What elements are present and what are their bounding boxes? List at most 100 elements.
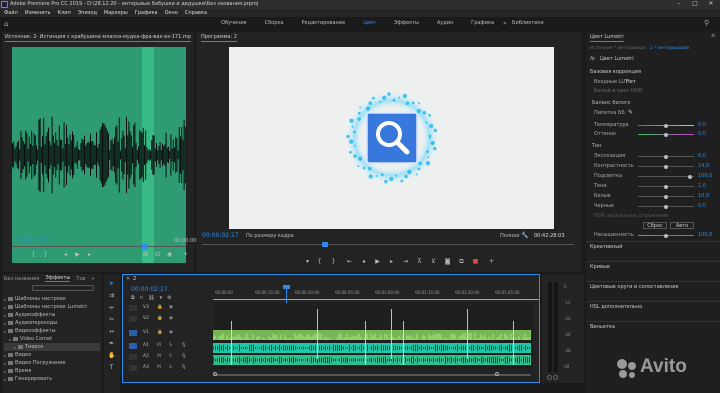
project-tab[interactable]: Без названия xyxy=(4,276,39,282)
track-target-icon[interactable] xyxy=(129,354,137,360)
type-tool-icon[interactable]: T xyxy=(108,364,115,371)
clip-edit-point[interactable] xyxy=(317,309,318,359)
program-go-out-icon[interactable]: ⇥ xyxy=(402,258,409,265)
playhead-cap[interactable] xyxy=(283,285,290,289)
tone-value[interactable]: 14,0 xyxy=(698,163,709,169)
lumetri-section[interactable]: Кривые xyxy=(590,264,610,270)
program-playhead[interactable] xyxy=(322,242,328,247)
menu-markers[interactable]: Маркеры xyxy=(104,10,128,16)
temperature-slider[interactable] xyxy=(638,123,694,128)
effects-folder[interactable]: ▸ Видео Погружение xyxy=(4,359,100,367)
workspace-tab-6[interactable]: Графика xyxy=(462,20,503,26)
fx-name[interactable]: Цвет Lumetri xyxy=(600,56,634,62)
menu-graphics[interactable]: Графика xyxy=(135,10,158,16)
effects-folder[interactable]: ▸ Видео xyxy=(4,351,100,359)
expand-arrow-icon[interactable]: ▸ xyxy=(4,353,6,358)
effects-folder[interactable]: ▸ Генерировать xyxy=(4,375,100,383)
track-target-icon[interactable] xyxy=(129,316,137,322)
program-zoom-bar[interactable] xyxy=(202,244,574,245)
source-export-frame-icon[interactable]: ◉ xyxy=(166,251,173,258)
effects-folder[interactable]: ▸ Видеоэффекты xyxy=(4,327,100,335)
basic-correction-header[interactable]: Базовая коррекция xyxy=(590,69,641,75)
timeline-ruler[interactable]: 00:00:00 00:00:15:00 00:00:30:00 00:00:45:0… xyxy=(213,288,539,302)
clip-edit-point[interactable] xyxy=(403,321,404,365)
tone-value[interactable]: 0,0 xyxy=(698,153,706,159)
auto-button[interactable]: Авто xyxy=(670,222,694,229)
source-playhead[interactable] xyxy=(142,244,148,249)
effects-folder[interactable]: ▸ Video Comet xyxy=(4,335,100,343)
maximize-icon[interactable]: □ xyxy=(688,0,702,9)
workspace-tab-1[interactable]: Сборка xyxy=(256,20,293,26)
mic-icon[interactable]: 🎙 xyxy=(181,365,187,370)
expand-arrow-icon[interactable]: ▸ xyxy=(4,377,6,382)
lock-icon[interactable]: 🔒 xyxy=(157,330,163,335)
work-area-bar[interactable] xyxy=(213,299,539,300)
tone-slider[interactable] xyxy=(638,184,694,189)
tone-slider[interactable] xyxy=(638,204,694,209)
reset-button[interactable]: Сброс xyxy=(643,222,667,229)
audio-clip-a1[interactable] xyxy=(213,343,531,353)
tone-header[interactable]: Тон xyxy=(592,143,601,149)
audio-clip-a2[interactable] xyxy=(213,355,531,365)
program-mark-in-icon[interactable]: { xyxy=(316,258,323,265)
wrench-icon[interactable]: 🔧 xyxy=(521,232,528,239)
workspace-tab-4[interactable]: Эффекты xyxy=(385,20,428,26)
effects-folder[interactable]: ▸ Аудиопереходы xyxy=(4,319,100,327)
mute-icon[interactable]: M xyxy=(157,354,161,359)
lumetri-section[interactable]: Виньетка xyxy=(590,324,615,330)
tone-slider[interactable] xyxy=(638,174,694,179)
expand-arrow-icon[interactable]: ▸ xyxy=(4,361,6,366)
workspace-tab-3[interactable]: Цвет xyxy=(354,20,385,26)
eye-icon[interactable]: ◉ xyxy=(169,305,173,310)
track-label[interactable]: A3 xyxy=(143,365,149,370)
panel-more-icon[interactable]: » xyxy=(91,276,94,282)
workspace-tab-5[interactable]: Аудио xyxy=(428,20,462,26)
track-target-icon[interactable] xyxy=(129,343,137,349)
mute-icon[interactable]: M xyxy=(157,365,161,370)
hand-tool-icon[interactable]: ✋ xyxy=(108,352,115,359)
program-mark-out-icon[interactable]: } xyxy=(330,258,337,265)
lumetri-master-tab[interactable]: Источник * интерьвиде... xyxy=(590,46,648,51)
solo-icon[interactable]: S xyxy=(169,354,172,359)
solo-icon[interactable]: S xyxy=(169,365,172,370)
timeline-timecode[interactable]: 00:00:02:17 xyxy=(131,286,168,293)
program-lift-icon[interactable]: ⊼ xyxy=(416,258,423,265)
program-play-icon[interactable]: ▶ xyxy=(374,258,381,265)
clip-edit-point[interactable] xyxy=(391,309,392,359)
mic-icon[interactable]: 🎙 xyxy=(181,343,187,348)
program-timecode[interactable]: 00:00:02:17 xyxy=(202,232,239,239)
saturation-value[interactable]: 100,0 xyxy=(698,232,712,238)
expand-arrow-icon[interactable]: ▸ xyxy=(4,313,6,318)
menu-sequence[interactable]: Эпизод xyxy=(78,10,97,16)
tone-value[interactable]: 1,0 xyxy=(698,183,706,189)
lock-icon[interactable]: 🔒 xyxy=(157,305,163,310)
snap-icon[interactable]: ∩ xyxy=(140,295,144,301)
source-overwrite-icon[interactable]: ⊟ xyxy=(154,251,161,258)
lumetri-section[interactable]: Цветовые круги и сопоставление xyxy=(590,284,679,290)
program-compare-icon[interactable]: ⧉ xyxy=(458,258,465,265)
clip-edit-point[interactable] xyxy=(513,321,514,365)
source-add-button-icon[interactable]: + xyxy=(182,251,189,258)
nest-icon[interactable]: ⧉ xyxy=(131,295,135,301)
effects-search-input[interactable] xyxy=(32,285,94,291)
linked-icon[interactable]: ⛓ xyxy=(148,295,154,301)
program-step-back-icon[interactable]: ◂ xyxy=(360,258,367,265)
meter-solo-right[interactable] xyxy=(553,375,558,380)
add-marker-icon[interactable]: ▾ xyxy=(160,295,163,301)
timeline-tab[interactable]: 2 xyxy=(133,276,136,282)
solo-icon[interactable]: S xyxy=(169,343,172,348)
tone-slider[interactable] xyxy=(638,154,694,159)
source-mark-out-icon[interactable]: } xyxy=(42,251,49,258)
minimize-icon[interactable]: – xyxy=(672,0,686,9)
track-label[interactable]: V2 xyxy=(143,316,149,321)
source-play-icon[interactable]: ▶ xyxy=(74,251,81,258)
source-mark-in-icon[interactable]: { xyxy=(30,251,37,258)
clip-edit-point[interactable] xyxy=(231,321,232,365)
track-label[interactable]: V3 xyxy=(143,305,149,310)
expand-arrow-icon[interactable]: ▸ xyxy=(14,345,16,350)
tone-slider[interactable] xyxy=(638,194,694,199)
menu-edit[interactable]: Изменить xyxy=(25,10,51,16)
expand-arrow-icon[interactable]: ▸ xyxy=(4,329,6,334)
eye-icon[interactable]: ◉ xyxy=(169,316,173,321)
lumetri-section[interactable]: HSL дополнительно xyxy=(590,304,642,310)
